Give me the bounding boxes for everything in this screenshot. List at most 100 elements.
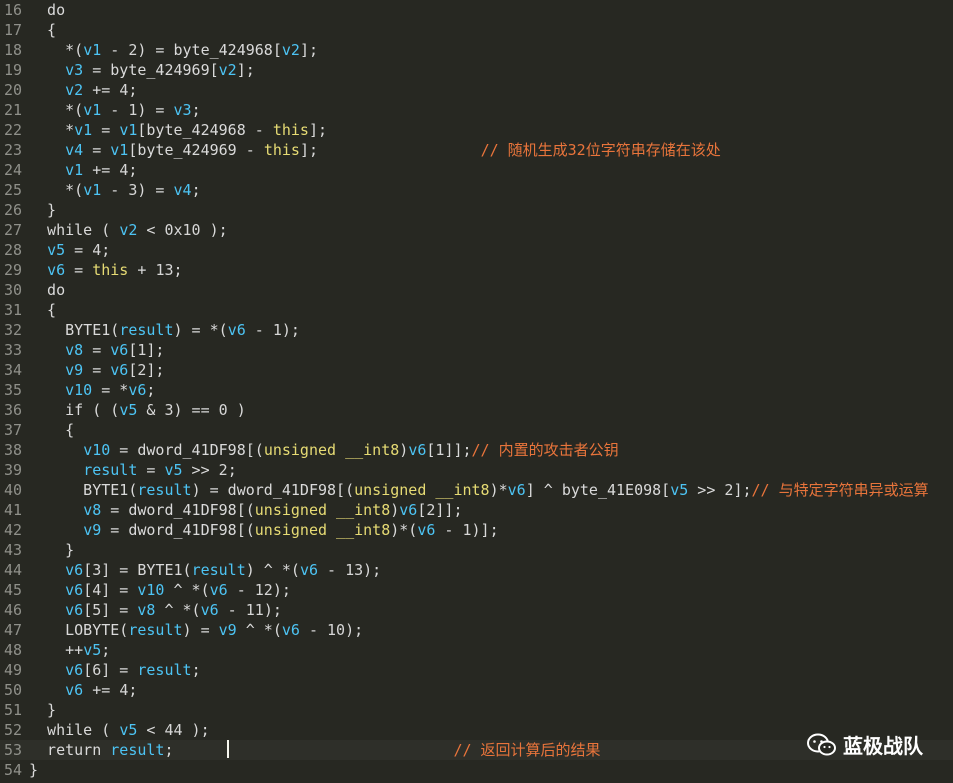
code-line[interactable]: 27 while ( v2 < 0x10 );	[0, 220, 953, 240]
code-text: +	[128, 261, 156, 279]
code-text: );	[363, 561, 382, 579]
code-line[interactable]: 49 v6[6] = result;	[0, 660, 953, 680]
code-text: +=	[83, 161, 120, 179]
code-text: ;	[164, 741, 454, 759]
code-content: v6 = this + 13;	[29, 260, 182, 280]
code-line[interactable]: 39 result = v5 >> 2;	[0, 460, 953, 480]
code-line[interactable]: 29 v6 = this + 13;	[0, 260, 953, 280]
keyword-token: unsigned __int8	[254, 521, 391, 539]
code-line[interactable]: 37 {	[0, 420, 953, 440]
code-content: v8 = v6[1];	[29, 340, 164, 360]
code-text: )*	[489, 481, 508, 499]
code-text: if ( (	[29, 401, 120, 419]
variable-token: v5	[83, 641, 102, 659]
code-text: ];	[236, 61, 255, 79]
code-content: {	[29, 20, 56, 40]
code-line[interactable]: 46 v6[5] = v8 ^ *(v6 - 11);	[0, 600, 953, 620]
code-text: *(	[29, 181, 84, 199]
code-line[interactable]: 44 v6[3] = BYTE1(result) ^ *(v6 - 13);	[0, 560, 953, 580]
code-content: v6[6] = result;	[29, 660, 200, 680]
code-line[interactable]: 28 v5 = 4;	[0, 240, 953, 260]
line-number: 34	[4, 361, 23, 379]
line-number: 50	[4, 681, 23, 699]
code-line[interactable]: 31 {	[0, 300, 953, 320]
line-number: 47	[4, 621, 23, 639]
code-text: ];	[308, 121, 328, 139]
code-text: ;	[146, 381, 156, 399]
code-line[interactable]: 20 v2 += 4;	[0, 80, 953, 100]
code-text: do	[29, 281, 66, 299]
code-line[interactable]: 18 *(v1 - 2) = byte_424968[v2];	[0, 40, 953, 60]
code-text: )];	[471, 521, 499, 539]
number-token: 4	[119, 161, 129, 179]
code-content: while ( v5 < 44 );	[29, 720, 210, 740]
variable-token: v2	[119, 221, 138, 239]
code-line[interactable]: 16 do	[0, 0, 953, 20]
variable-token: v1	[65, 161, 84, 179]
code-text: do	[29, 1, 66, 19]
code-content: v10 = dword_41DF98[(unsigned __int8)v6[1…	[29, 440, 619, 460]
code-text: while (	[29, 221, 120, 239]
code-editor[interactable]: 16 do 17 {18 *(v1 - 2) = byte_424968[v2];…	[0, 0, 953, 783]
code-text: =	[137, 461, 165, 479]
code-text: ;	[128, 81, 138, 99]
number-token: 1	[272, 321, 282, 339]
code-line[interactable]: 17 {	[0, 20, 953, 40]
code-content: *v1 = v1[byte_424968 - this];	[29, 120, 327, 140]
variable-token: v6	[65, 581, 84, 599]
code-line[interactable]: 51 }	[0, 700, 953, 720]
keyword-token: unsigned __int8	[263, 441, 400, 459]
comment-token: // 内置的攻击者公钥	[471, 441, 619, 459]
code-text: ) ^ *(	[245, 561, 300, 579]
code-line[interactable]: 38 v10 = dword_41DF98[(unsigned __int8)v…	[0, 440, 953, 460]
code-line[interactable]: 23 v4 = v1[byte_424969 - this]; // 随机生成3…	[0, 140, 953, 160]
code-content: v8 = dword_41DF98[(unsigned __int8)v6[2]…	[29, 500, 462, 520]
code-line[interactable]: 21 *(v1 - 1) = v3;	[0, 100, 953, 120]
code-content: BYTE1(result) = *(v6 - 1);	[29, 320, 300, 340]
code-text: =	[92, 121, 120, 139]
variable-token: v6	[507, 481, 526, 499]
code-line[interactable]: 19 v3 = byte_424969[v2];	[0, 60, 953, 80]
code-text: ) = dword_41DF98[(	[191, 481, 355, 499]
number-token: 12	[254, 581, 273, 599]
code-line[interactable]: 33 v8 = v6[1];	[0, 340, 953, 360]
code-line[interactable]: 25 *(v1 - 3) = v4;	[0, 180, 953, 200]
code-line[interactable]: 47 LOBYTE(result) = v9 ^ *(v6 - 10);	[0, 620, 953, 640]
code-line[interactable]: 43 }	[0, 540, 953, 560]
variable-token: v9	[218, 621, 237, 639]
code-line[interactable]: 41 v8 = dword_41DF98[(unsigned __int8)v6…	[0, 500, 953, 520]
code-line[interactable]: 48 ++v5;	[0, 640, 953, 660]
code-text: -	[245, 321, 273, 339]
code-line[interactable]: 35 v10 = *v6;	[0, 380, 953, 400]
code-line[interactable]: 22 *v1 = v1[byte_424968 - this];	[0, 120, 953, 140]
code-content: LOBYTE(result) = v9 ^ *(v6 - 10);	[29, 620, 363, 640]
number-token: 0	[218, 401, 228, 419]
code-line[interactable]: 36 if ( (v5 & 3) == 0 )	[0, 400, 953, 420]
code-text: -	[227, 581, 255, 599]
code-line[interactable]: 50 v6 += 4;	[0, 680, 953, 700]
line-number: 41	[4, 501, 23, 519]
code-text: ) ==	[173, 401, 219, 419]
variable-token: v2	[65, 81, 84, 99]
variable-token: v8	[83, 501, 102, 519]
code-content: v9 = v6[2];	[29, 360, 164, 380]
code-line[interactable]: 32 BYTE1(result) = *(v6 - 1);	[0, 320, 953, 340]
code-line[interactable]: 40 BYTE1(result) = dword_41DF98[(unsigne…	[0, 480, 953, 500]
code-line[interactable]: 30 do	[0, 280, 953, 300]
code-line[interactable]: 24 v1 += 4;	[0, 160, 953, 180]
code-line[interactable]: 45 v6[4] = v10 ^ *(v6 - 12);	[0, 580, 953, 600]
code-line[interactable]: 42 v9 = dword_41DF98[(unsigned __int8)*(…	[0, 520, 953, 540]
code-content: v1 += 4;	[29, 160, 137, 180]
code-text: +=	[83, 81, 120, 99]
variable-token: result	[83, 461, 138, 479]
variable-token: v9	[65, 361, 84, 379]
code-line[interactable]: 54}	[0, 760, 953, 780]
line-number: 43	[4, 541, 23, 559]
line-number: 28	[4, 241, 23, 259]
code-line[interactable]: 26 }	[0, 200, 953, 220]
code-text: = dword_41DF98[(	[110, 441, 264, 459]
variable-token: v2	[218, 61, 237, 79]
code-line[interactable]: 34 v9 = v6[2];	[0, 360, 953, 380]
